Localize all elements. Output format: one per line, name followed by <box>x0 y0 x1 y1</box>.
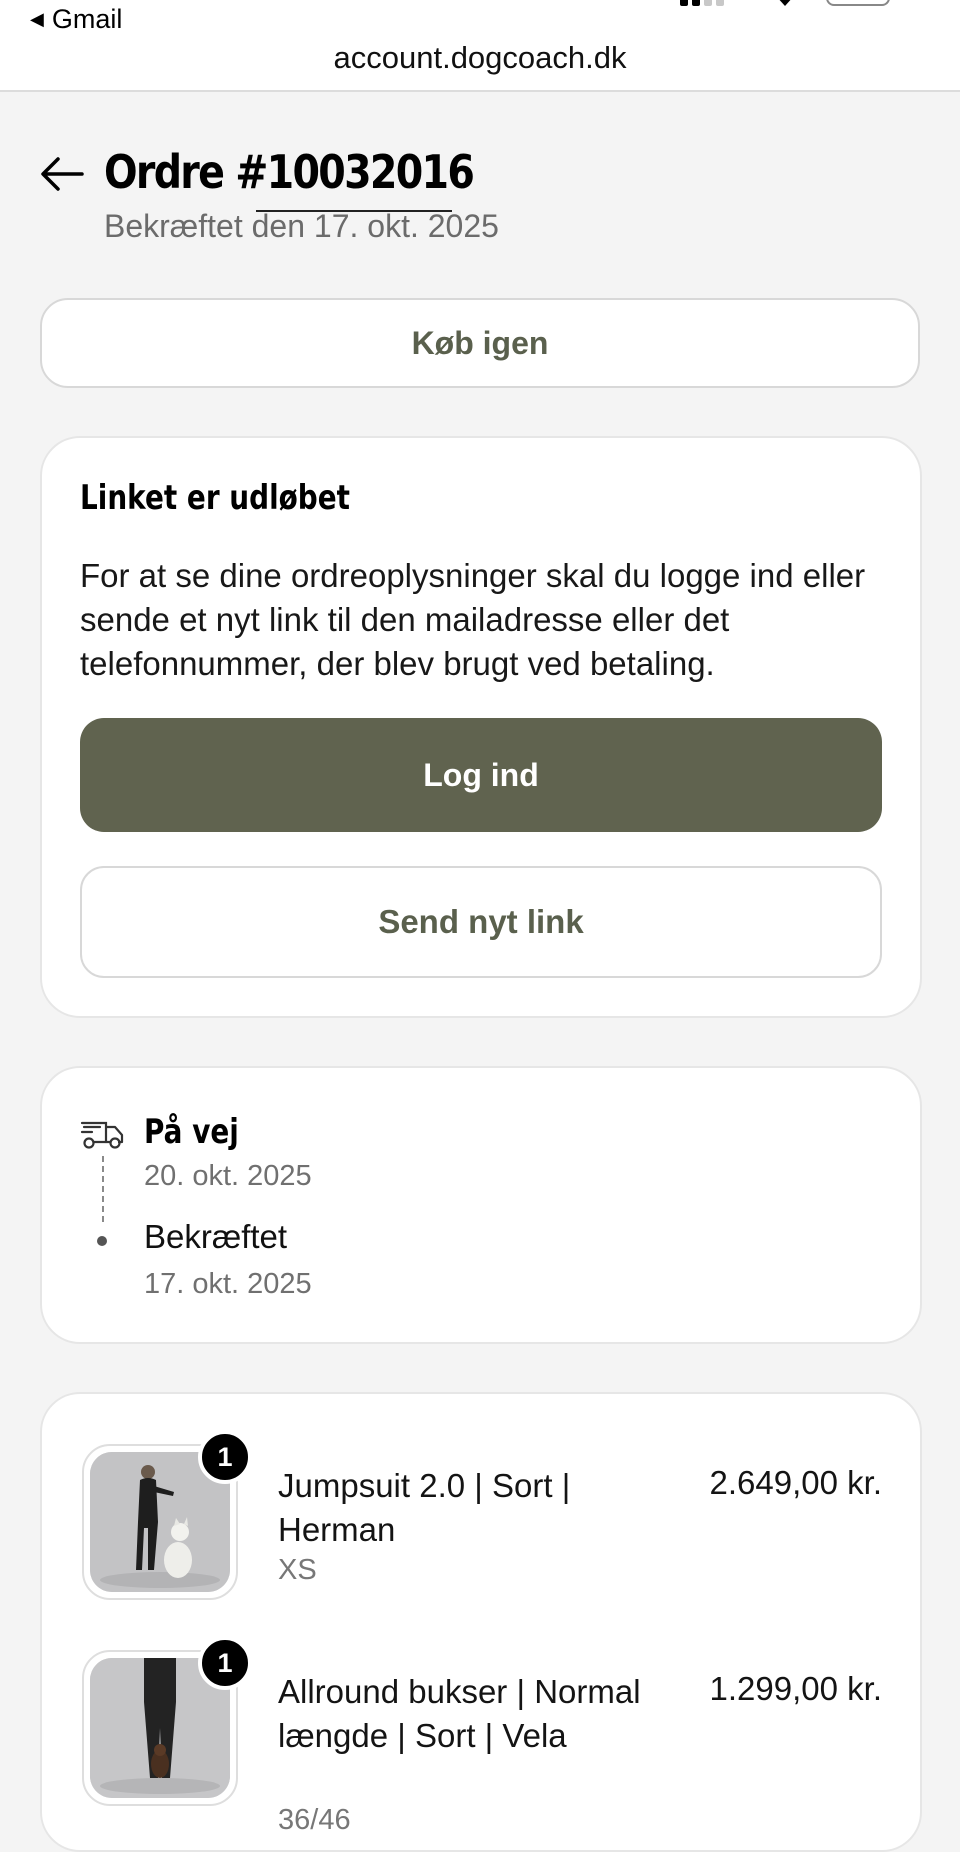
item-variant: XS <box>278 1554 317 1586</box>
back-triangle-icon: ◀ <box>30 9 44 29</box>
truck-icon <box>80 1121 124 1149</box>
quantity-badge: 1 <box>198 1430 252 1484</box>
login-button[interactable]: Log ind <box>80 718 882 832</box>
item-name: Allround bukser | Normal længde | Sort |… <box>278 1673 641 1754</box>
shipping-status-card: På vej 20. okt. 2025 Bekræftet 17. okt. … <box>40 1066 922 1344</box>
wifi-icon <box>776 0 794 6</box>
signal-bar-icon <box>680 0 688 6</box>
timeline-dot <box>97 1236 107 1246</box>
back-arrow-icon[interactable] <box>40 154 84 194</box>
buy-again-button[interactable]: Køb igen <box>40 298 920 388</box>
status-step-label: På vej <box>144 1112 239 1152</box>
battery-icon <box>826 0 890 6</box>
status-bar-icons <box>680 0 890 6</box>
back-to-app-button[interactable]: ◀ Gmail <box>30 2 122 36</box>
expired-link-card: Linket er udløbet For at se dine ordreop… <box>40 436 922 1018</box>
signal-bar-icon <box>704 0 712 6</box>
item-variant: 36/46 <box>278 1804 351 1836</box>
order-items-card: 1 Jumpsuit 2.0 | Sort | Herman XS 2.649,… <box>40 1392 922 1852</box>
status-step-label: Bekræftet <box>144 1218 288 1255</box>
item-price: 1.299,00 kr. <box>709 1670 882 1707</box>
back-app-label: Gmail <box>51 3 123 34</box>
timeline-connector <box>102 1156 104 1222</box>
signal-bar-icon <box>692 0 700 6</box>
send-new-link-button[interactable]: Send nyt link <box>80 866 882 978</box>
expired-link-text: For at se dine ordreoplysninger skal du … <box>80 557 866 682</box>
page-title: Ordre #10032016 <box>104 145 475 199</box>
expired-link-heading: Linket er udløbet <box>80 478 350 518</box>
address-bar-url[interactable]: account.dogcoach.dk <box>0 40 960 76</box>
status-step-date: 17. okt. 2025 <box>144 1268 312 1300</box>
status-step-date: 20. okt. 2025 <box>144 1160 312 1192</box>
item-price: 2.649,00 kr. <box>709 1464 882 1501</box>
signal-bar-icon <box>716 0 724 6</box>
browser-chrome: ◀ Gmail account.dogcoach.dk <box>0 0 960 92</box>
item-name: Jumpsuit 2.0 | Sort | Herman <box>278 1467 571 1548</box>
quantity-badge: 1 <box>198 1636 252 1690</box>
order-confirmed-date: Bekræftet den 17. okt. 2025 <box>104 208 499 244</box>
